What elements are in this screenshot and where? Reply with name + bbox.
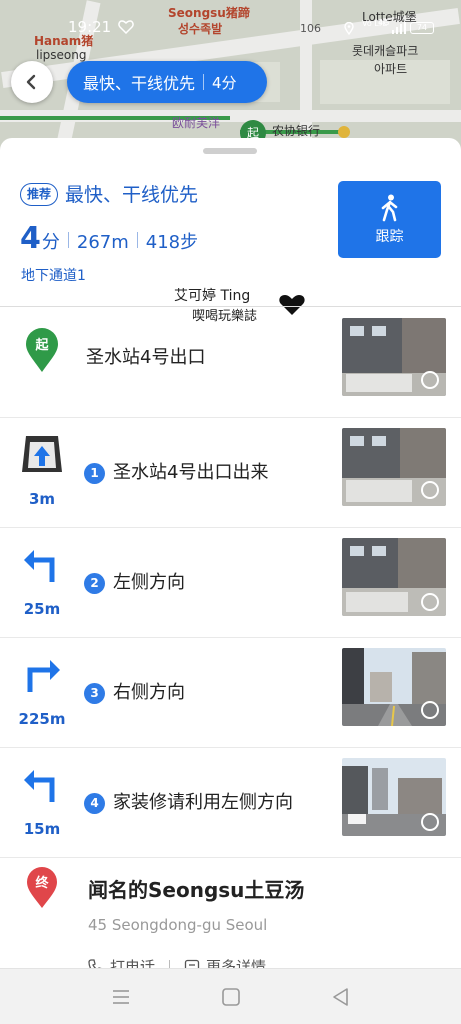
action-separator <box>169 959 171 968</box>
turn-left-icon <box>24 550 55 582</box>
map-label: 欧耐芙洋 <box>172 116 221 130</box>
route-step[interactable]: 起 圣水站4号出口 <box>0 308 461 418</box>
steps-value: 418步 <box>145 232 199 253</box>
map-label: lipseong <box>36 48 87 62</box>
map-label: 农协银行 <box>272 124 321 138</box>
route-option-pill[interactable]: 最快、干线优先 4分 <box>67 61 267 103</box>
start-pin-label: 起 <box>34 337 49 353</box>
step-text: 左侧方向 <box>113 572 185 593</box>
start-pin-icon: 起 <box>26 328 58 372</box>
route-step[interactable]: 25m 2 左侧方向 <box>0 528 461 638</box>
route-pill-label: 最快、干线优先 <box>83 74 196 93</box>
step-number: 1 <box>84 463 105 484</box>
system-nav-bar <box>0 968 461 1024</box>
stat-separator <box>67 232 69 248</box>
step-text: 家装修请利用左侧方向 <box>113 792 293 813</box>
street-view-thumbnail[interactable] <box>342 428 446 506</box>
step-distance: 15m <box>23 820 61 838</box>
step-distance: 3m <box>28 490 56 508</box>
end-pin-label: 终 <box>35 875 49 891</box>
route-pill-minutes: 4分 <box>212 73 237 92</box>
step-number: 2 <box>84 573 105 594</box>
turn-left-icon <box>24 770 55 802</box>
route-sheet: 推荐 最快、干线优先 4 分 267m 418步 地下通道1 跟踪 艾可婷 Ti… <box>0 138 461 968</box>
duration-value: 4 <box>20 221 41 256</box>
track-button-label: 跟踪 <box>375 228 404 245</box>
turn-right-icon <box>27 660 60 692</box>
home-nav-icon[interactable] <box>220 987 242 1007</box>
street-view-thumbnail[interactable] <box>342 538 446 616</box>
destination-name: 闻名的Seongsu土豆汤 <box>88 878 305 902</box>
duration-unit: 分 <box>41 232 60 253</box>
battery-indicator: 74 <box>410 22 434 34</box>
step-text: 圣水站4号出口出来 <box>113 462 269 483</box>
menu-nav-icon[interactable] <box>110 987 132 1007</box>
status-bar: 19:21 Vo LTE 4G 74 <box>0 0 461 40</box>
step-distance: 25m <box>23 600 61 618</box>
exit-stairs-icon <box>22 436 62 472</box>
end-pin-icon: 终 <box>27 867 57 908</box>
map-label: 아파트 <box>374 62 408 76</box>
step-text: 右侧方向 <box>113 682 185 703</box>
street-view-thumbnail[interactable] <box>342 758 446 836</box>
divider <box>0 306 461 307</box>
status-time: 19:21 <box>68 18 112 36</box>
sheet-drag-handle[interactable] <box>203 148 257 154</box>
recommended-badge: 推荐 <box>20 183 59 206</box>
watermark-line1: 艾可婷 Ting <box>174 288 251 304</box>
destination-actions: 打电话 更多详情 <box>88 956 266 968</box>
street-view-thumbnail[interactable] <box>342 648 446 726</box>
distance-value: 267m <box>76 232 129 253</box>
step-number: 3 <box>84 683 105 704</box>
network-type: 4G <box>378 18 390 27</box>
route-step[interactable]: 3m 1 圣水站4号出口出来 <box>0 418 461 528</box>
walk-icon <box>381 194 397 221</box>
back-nav-icon[interactable] <box>330 987 352 1007</box>
track-button[interactable]: 跟踪 <box>338 181 441 258</box>
signal-icon <box>392 22 406 34</box>
route-step[interactable]: 15m 4 家装修请利用左侧方向 <box>0 748 461 858</box>
pill-separator <box>203 74 205 90</box>
exit-name: 地下通道1 <box>21 268 86 284</box>
location-icon <box>344 22 354 35</box>
more-details-button[interactable]: 更多详情 <box>206 956 266 968</box>
stat-separator <box>136 232 138 248</box>
route-step[interactable]: 225m 3 右侧方向 <box>0 638 461 748</box>
step-number: 4 <box>84 793 105 814</box>
back-arrow-icon <box>26 74 36 90</box>
destination-card[interactable]: 终 闻名的Seongsu土豆汤 45 Seongdong-gu Seoul 打电… <box>0 848 461 968</box>
map-poi-marker[interactable] <box>338 126 350 138</box>
route-name: 最快、干线优先 <box>65 184 199 206</box>
step-distance: 225m <box>18 710 66 728</box>
heart-rate-icon <box>118 20 134 34</box>
street-view-thumbnail[interactable] <box>342 318 446 396</box>
destination-address: 45 Seongdong-gu Seoul <box>88 916 268 934</box>
route-stats: 4 分 267m 418步 <box>20 222 198 256</box>
info-icon <box>184 959 200 968</box>
step-text: 圣水站4号出口 <box>86 347 206 368</box>
map-label: 롯데캐슬파크 <box>352 44 419 58</box>
call-button[interactable]: 打电话 <box>110 956 155 968</box>
phone-icon <box>88 958 104 968</box>
back-button[interactable] <box>11 61 53 103</box>
